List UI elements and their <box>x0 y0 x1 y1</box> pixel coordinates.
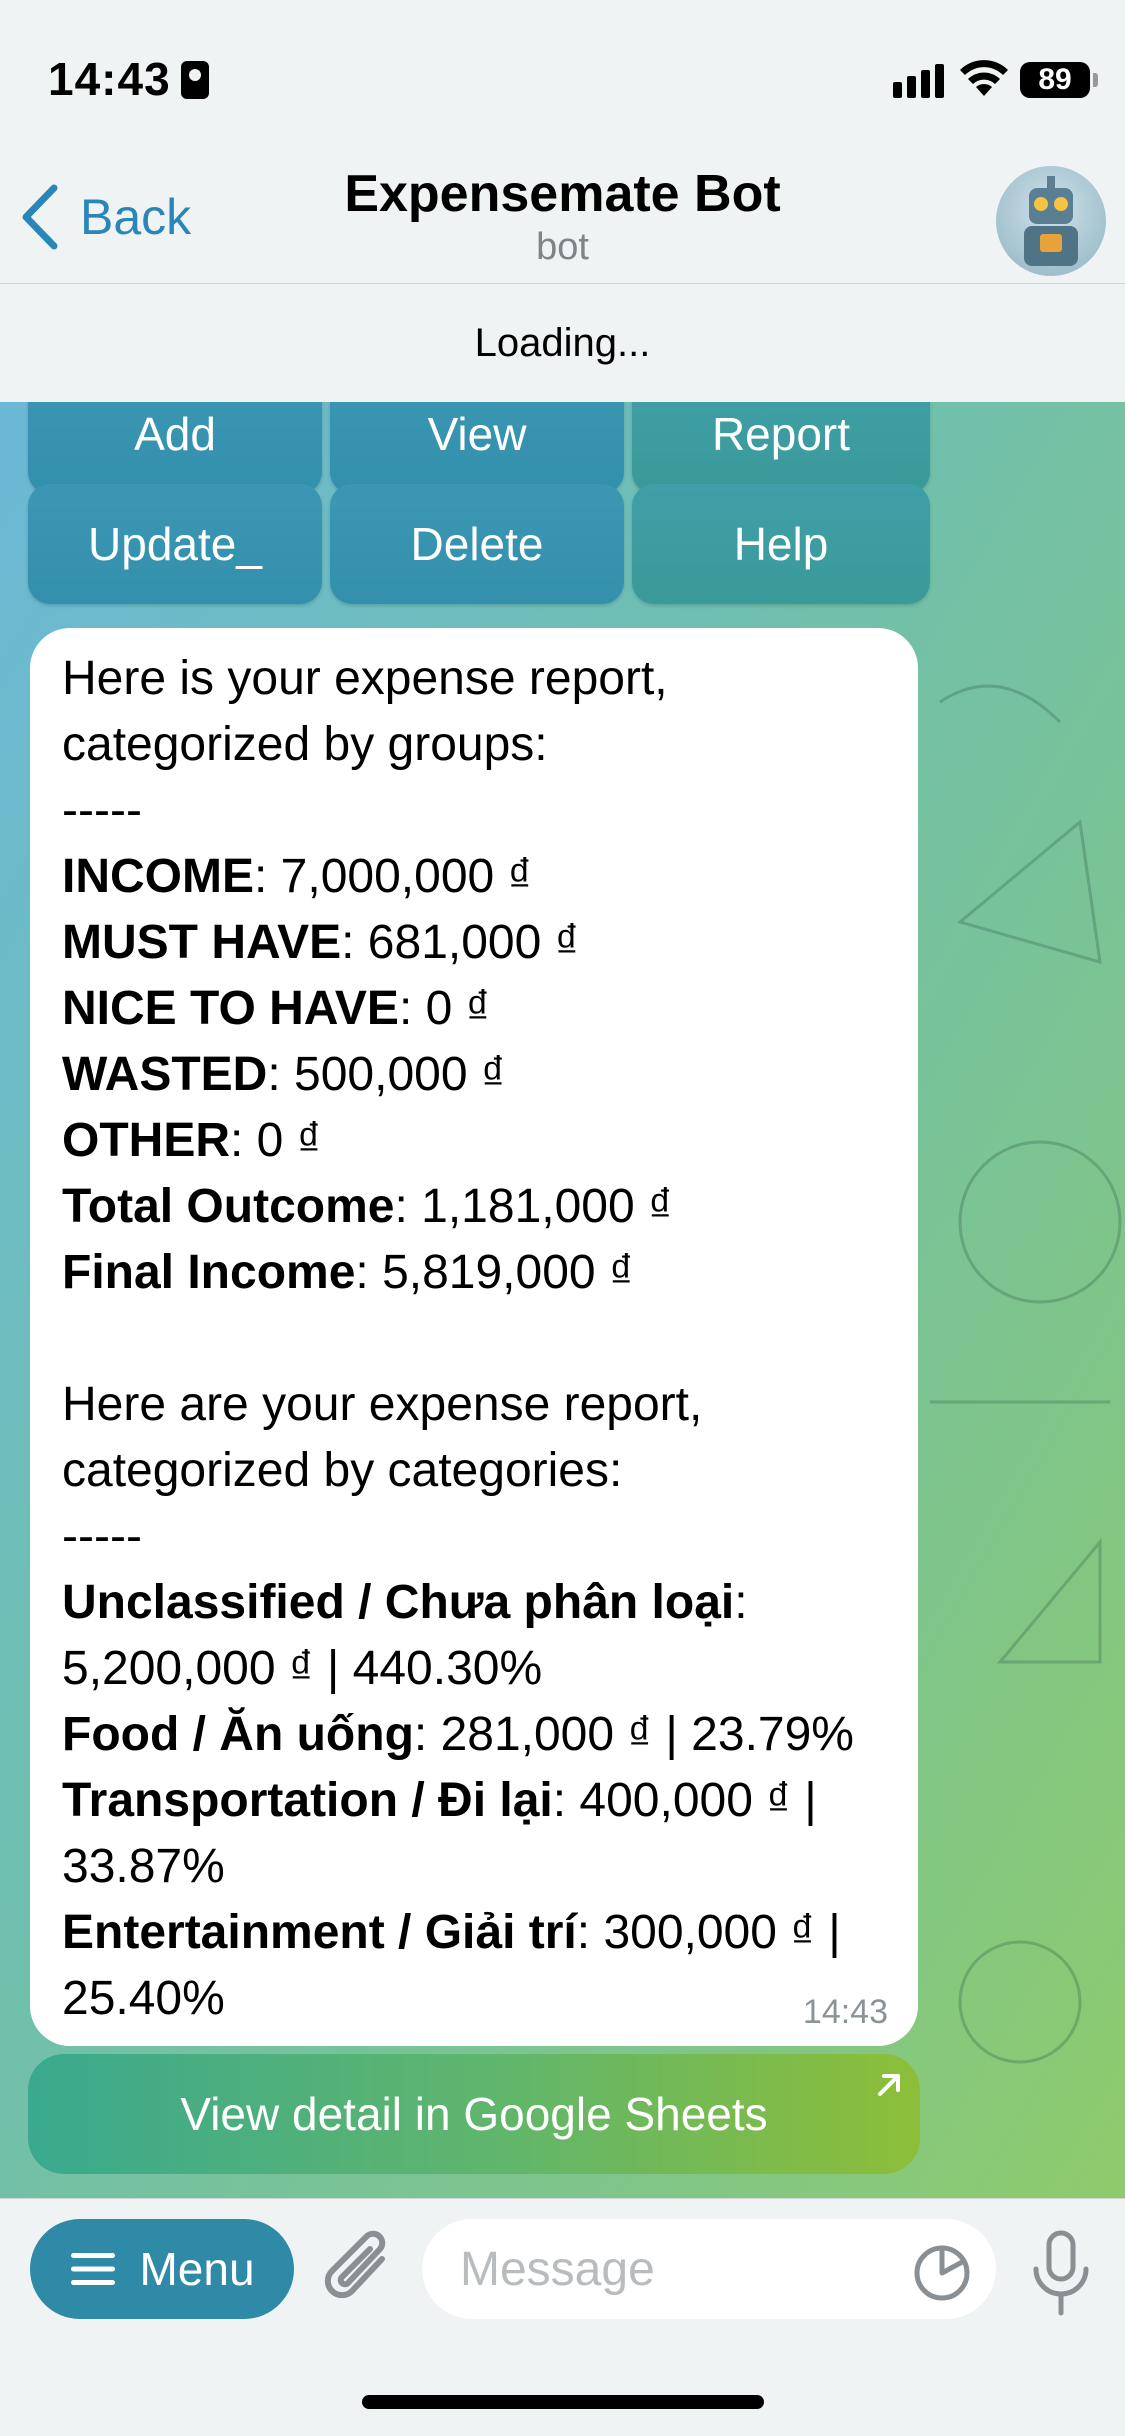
view-google-sheets-label: View detail in Google Sheets <box>180 2088 768 2140</box>
status-bar: 14:43 89 <box>0 0 1125 150</box>
report-intro-categories: Here are your expense report, categorize… <box>62 1378 703 1563</box>
group-label-final-income: Final Income <box>62 1246 356 1299</box>
external-link-arrow-icon <box>878 2074 900 2096</box>
home-indicator <box>362 2395 764 2409</box>
message-text: Here is your expense report, categorized… <box>62 646 888 2032</box>
group-value-final-income: : 5,819,000 ₫ <box>355 1246 634 1299</box>
menu-label: Menu <box>139 2243 255 2295</box>
message-input-bar: Menu <box>0 2198 1125 2436</box>
group-value-wasted: : 500,000 ₫ <box>267 1048 506 1101</box>
chat-header: Back Expensemate Bot bot <box>0 150 1125 284</box>
menu-button[interactable]: Menu <box>30 2219 294 2319</box>
status-time: 14:43 <box>48 52 209 106</box>
group-label-nice-to-have: NICE TO HAVE <box>62 982 399 1035</box>
contact-badge-icon <box>180 61 209 99</box>
battery-indicator: 89 <box>1020 62 1098 98</box>
chat-subtitle: bot <box>536 226 589 268</box>
group-value-must-have: : 681,000 ₫ <box>341 916 580 969</box>
chat-title[interactable]: Expensemate Bot <box>0 164 1125 224</box>
cellular-signal-icon <box>893 64 944 98</box>
category-label-transportation: Transportation / Đi lại <box>62 1774 553 1827</box>
keyboard-button-view[interactable]: View <box>330 402 624 494</box>
wifi-icon <box>960 60 1008 96</box>
loading-status: Loading... <box>0 284 1125 402</box>
keyboard-button-delete[interactable]: Delete <box>330 484 624 604</box>
keyboard-button-report[interactable]: Report <box>632 402 930 494</box>
sticker-icon[interactable] <box>912 2243 972 2303</box>
group-value-income: : 7,000,000 ₫ <box>254 850 533 903</box>
category-label-food: Food / Ăn uống <box>62 1708 414 1761</box>
message-input[interactable] <box>422 2219 996 2319</box>
group-label-must-have: MUST HAVE <box>62 916 342 969</box>
category-label-entertainment: Entertainment / Giải trí <box>62 1906 577 1959</box>
view-google-sheets-button[interactable]: View detail in Google Sheets <box>28 2054 920 2174</box>
category-label-unclassified: Unclassified / Chưa phân loại <box>62 1576 735 1629</box>
status-time-text: 14:43 <box>48 53 171 105</box>
hamburger-menu-icon <box>71 2253 116 2285</box>
keyboard-button-add[interactable]: Add <box>28 402 322 494</box>
chat-messages[interactable]: Add View Report Update_ Delete Help Here… <box>0 402 1125 2198</box>
bot-message-bubble[interactable]: Here is your expense report, categorized… <box>30 628 918 2046</box>
group-label-income: INCOME <box>62 850 254 903</box>
group-label-total-outcome: Total Outcome <box>62 1180 395 1233</box>
keyboard-button-update[interactable]: Update_ <box>28 484 322 604</box>
bot-avatar[interactable] <box>996 166 1106 276</box>
paperclip-icon[interactable] <box>320 2229 398 2313</box>
robot-avatar-icon <box>1024 176 1078 266</box>
message-timestamp: 14:43 <box>802 1993 888 2031</box>
group-value-total-outcome: : 1,181,000 ₫ <box>394 1180 673 1233</box>
group-label-other: OTHER <box>62 1114 230 1167</box>
report-intro-groups: Here is your expense report, categorized… <box>62 652 668 837</box>
microphone-icon[interactable] <box>1030 2229 1092 2319</box>
group-label-wasted: WASTED <box>62 1048 268 1101</box>
category-value-food: : 281,000 ₫ | 23.79% <box>413 1708 854 1761</box>
group-value-other: : 0 ₫ <box>230 1114 322 1167</box>
group-value-nice-to-have: : 0 ₫ <box>398 982 491 1035</box>
keyboard-button-help[interactable]: Help <box>632 484 930 604</box>
